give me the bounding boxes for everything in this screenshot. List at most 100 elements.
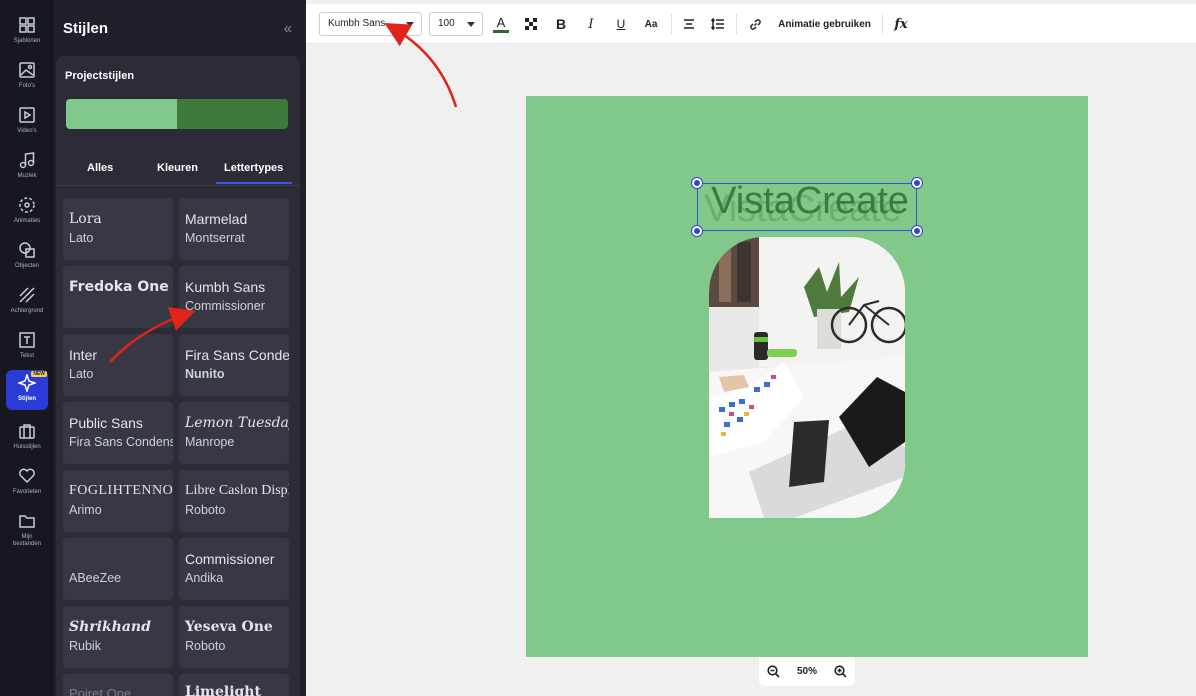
font-pair-card[interactable]: Lemon Tuesday Manrope <box>179 402 289 464</box>
font-pair-card[interactable]: Shrikhand Rubik <box>63 606 173 668</box>
font-pair-primary: Shrikhand <box>69 619 151 635</box>
tabs-divider <box>56 185 300 186</box>
toolbar-divider <box>882 14 883 34</box>
font-pair-card[interactable]: Fredoka One <box>63 266 173 328</box>
brand-kit-icon <box>19 424 35 439</box>
font-size-select[interactable]: 100 <box>429 12 483 36</box>
font-pair-primary: Yeseva One <box>185 619 273 635</box>
font-pair-secondary: Roboto <box>185 639 226 653</box>
office-photo[interactable] <box>709 237 905 518</box>
zoom-in-button[interactable] <box>834 665 847 678</box>
chevron-down-icon <box>406 22 414 27</box>
transparency-button[interactable] <box>522 14 540 34</box>
align-center-icon <box>684 19 694 29</box>
link-icon <box>749 18 761 30</box>
rail-item-videos[interactable]: Video's <box>0 102 54 146</box>
font-pair-card[interactable]: Marmelad Montserrat <box>179 198 289 260</box>
font-pair-card[interactable]: Inter Lato <box>63 334 173 396</box>
font-pair-card[interactable]: Libre Caslon Display Roboto <box>179 470 289 532</box>
animate-button[interactable]: Animatie gebruiken <box>776 14 873 34</box>
background-icon <box>19 287 35 303</box>
italic-button[interactable]: I <box>582 14 600 34</box>
link-button[interactable] <box>746 14 764 34</box>
font-pair-card[interactable]: Kumbh Sans Commissioner <box>179 266 289 328</box>
project-styles-card: Projectstijlen Alles Kleuren Lettertypes… <box>56 56 300 696</box>
rail-item-background[interactable]: Achtergrond <box>0 282 54 326</box>
rail-item-my-files[interactable]: Mijn bestanden <box>0 508 54 556</box>
font-pair-card[interactable]: Limelight <box>179 674 289 696</box>
objects-icon <box>19 242 35 258</box>
templates-icon <box>19 17 35 33</box>
rail-item-brand-kits[interactable]: Huisstijlen <box>0 418 54 462</box>
collapse-panel-button[interactable]: « <box>284 20 292 37</box>
project-styles-label: Projectstijlen <box>65 70 135 82</box>
rail-label: Muziek <box>17 173 37 179</box>
resize-handle-top-left[interactable] <box>692 178 702 188</box>
swatch-color-light <box>66 99 177 129</box>
font-pair-card[interactable]: Yeseva One Roboto <box>179 606 289 668</box>
font-pair-card[interactable]: Poiret One <box>63 674 173 696</box>
font-family-select[interactable]: Kumbh Sans <box>319 12 422 36</box>
rail-item-favorites[interactable]: Favorieten <box>0 463 54 507</box>
zoom-level: 50% <box>796 666 817 677</box>
design-canvas[interactable]: VistaCreate VistaCreate <box>526 96 1088 657</box>
rail-label: Achtergrond <box>10 308 44 314</box>
chevron-down-icon <box>467 22 475 27</box>
font-pair-secondary: Manrope <box>185 435 235 449</box>
text-color-button[interactable]: A <box>492 14 510 34</box>
font-pair-card[interactable]: FOGLIHTENNO Arimo <box>63 470 173 532</box>
rail-item-music[interactable]: Muziek <box>0 147 54 191</box>
font-pair-secondary: Lato <box>69 367 94 381</box>
font-pair-card[interactable]: Commissioner Andika <box>179 538 289 600</box>
font-pair-card[interactable]: Public Sans Fira Sans Condensed <box>63 402 173 464</box>
text-toolbar: Kumbh Sans 100 A B I U Aa Animatie gebru… <box>306 4 1196 44</box>
project-color-swatch[interactable] <box>66 99 288 129</box>
selection-box[interactable] <box>697 183 917 231</box>
font-pair-primary: Kumbh Sans <box>185 279 266 295</box>
zoom-out-button[interactable] <box>767 665 780 678</box>
font-pair-secondary: Andika <box>185 571 224 585</box>
rail-item-objects[interactable]: Objecten <box>0 237 54 281</box>
font-pair-card[interactable]: ABeeZee <box>63 538 173 600</box>
bold-button[interactable]: B <box>552 14 570 34</box>
font-pair-secondary: Roboto <box>185 503 226 517</box>
font-pair-primary: Lora <box>69 211 102 227</box>
underline-button[interactable]: U <box>612 14 630 34</box>
align-button[interactable] <box>680 14 698 34</box>
rail-item-animations[interactable]: Animaties <box>0 192 54 236</box>
styles-tabs: Alles Kleuren Lettertypes <box>56 154 300 186</box>
font-pair-primary: Fredoka One <box>69 279 169 295</box>
tab-all[interactable]: Alles <box>87 162 113 174</box>
font-pair-secondary: Fira Sans Condensed <box>69 435 173 449</box>
rail-label: Mijn bestanden <box>12 534 42 547</box>
text-case-button[interactable]: Aa <box>641 14 661 34</box>
font-pair-primary: Marmelad <box>185 211 248 227</box>
font-pair-primary: Lemon Tuesday <box>185 415 289 431</box>
font-pair-secondary: Rubik <box>69 639 101 653</box>
toolbar-divider <box>736 14 737 34</box>
rail-item-styles[interactable]: NEW Stijlen <box>6 370 48 410</box>
effects-button[interactable]: fx <box>891 14 911 34</box>
resize-handle-bottom-left[interactable] <box>692 226 702 236</box>
rail-label: Objecten <box>14 263 39 269</box>
rail-label: Tekst <box>19 353 34 359</box>
swatch-color-dark <box>177 99 288 129</box>
rail-label: Favorieten <box>12 489 42 495</box>
font-pair-primary: Commissioner <box>185 551 275 567</box>
rail-item-photos[interactable]: Foto's <box>0 57 54 101</box>
music-icon <box>19 152 35 169</box>
font-pair-card[interactable]: Lora Lato <box>63 198 173 260</box>
spacing-button[interactable] <box>709 14 727 34</box>
text-color-icon: A <box>496 14 506 30</box>
font-pair-card[interactable]: Fira Sans Condensed Nunito <box>179 334 289 396</box>
rail-item-text[interactable]: Tekst <box>0 327 54 371</box>
resize-handle-top-right[interactable] <box>912 178 922 188</box>
active-tab-indicator <box>216 182 292 184</box>
font-pair-secondary: Commissioner <box>185 299 265 313</box>
rail-item-templates[interactable]: Sjablonen <box>0 12 54 56</box>
line-spacing-icon <box>711 18 724 30</box>
resize-handle-bottom-right[interactable] <box>912 226 922 236</box>
tab-colors[interactable]: Kleuren <box>157 162 198 174</box>
tab-fonts[interactable]: Lettertypes <box>224 162 283 174</box>
checkerboard-icon <box>525 18 537 30</box>
